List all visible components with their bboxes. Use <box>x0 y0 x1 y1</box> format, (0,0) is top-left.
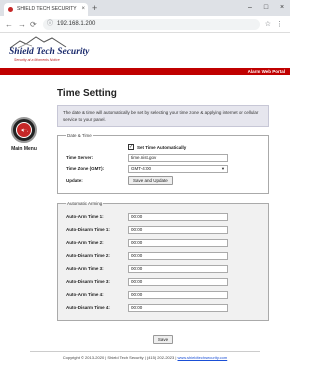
time-server-label: Time Server: <box>66 155 94 160</box>
automatic-arming-legend: Automatic Arming <box>67 201 103 206</box>
arming-time-input[interactable]: 00:00 <box>128 212 228 221</box>
back-arrow-icon <box>16 122 32 138</box>
browser-tab-strip: SHIELD TECH SECURITY × + – □ × <box>0 0 290 16</box>
arming-row: Auto-Disarm Time 2: 00:00 <box>66 249 260 262</box>
set-time-auto-checkbox[interactable]: ✓ Set Time Automatically <box>128 142 260 152</box>
new-tab-icon[interactable]: + <box>92 2 97 14</box>
date-time-section: Date & Time ✓ Set Time Automatically Tim… <box>57 133 269 194</box>
arming-row: Auto-Arm Time 3: 00:00 <box>66 262 260 275</box>
arming-row: Auto-Arm Time 2: 00:00 <box>66 236 260 249</box>
arming-label: Auto-Arm Time 3: <box>66 266 104 271</box>
automatic-arming-section: Automatic Arming Auto-Arm Time 1: 00:00 … <box>57 201 269 321</box>
bookmark-star-icon[interactable]: ☆ <box>265 16 271 33</box>
arming-time-input[interactable]: 00:00 <box>128 303 228 312</box>
browser-toolbar: ← → ⟳ ⓘ 192.168.1.200 ☆ ⋮ <box>0 16 290 33</box>
logo-name: Shield Tech Security <box>9 47 90 57</box>
footer-divider <box>30 351 260 352</box>
arming-label: Auto-Arm Time 1: <box>66 214 104 219</box>
arming-time-input[interactable]: 00:00 <box>128 238 228 247</box>
arming-label: Auto-Disarm Time 2: <box>66 253 110 258</box>
sidebar: Main Menu <box>4 117 44 152</box>
info-icon[interactable]: ⓘ <box>47 20 55 28</box>
date-time-legend: Date & Time <box>67 133 92 138</box>
browser-tab[interactable]: SHIELD TECH SECURITY × <box>4 3 88 16</box>
arming-time-input[interactable]: 00:00 <box>128 277 228 286</box>
page-title: Time Setting <box>57 88 117 99</box>
arming-label: Auto-Arm Time 4: <box>66 292 104 297</box>
save-row: Save <box>57 328 269 346</box>
footer: Copyright © 2013-2020 | Shield Tech Secu… <box>0 351 290 360</box>
window-close-icon[interactable]: × <box>274 0 290 16</box>
arming-time-input[interactable]: 00:00 <box>128 290 228 299</box>
main-content: Time Setting The date & time will automa… <box>57 88 269 346</box>
chevron-down-icon: ▼ <box>221 165 225 171</box>
portal-bar: Alarm Web Portal <box>0 68 290 75</box>
arming-row: Auto-Disarm Time 3: 00:00 <box>66 275 260 288</box>
page: Shield Tech Security Security at a Momen… <box>0 33 290 366</box>
back-icon[interactable]: ← <box>5 16 13 33</box>
window-controls: – □ × <box>242 0 290 16</box>
site-header: Shield Tech Security Security at a Momen… <box>0 33 290 65</box>
tab-close-icon[interactable]: × <box>81 3 85 16</box>
arming-row: Auto-Disarm Time 4: 00:00 <box>66 301 260 314</box>
arming-time-input[interactable]: 00:00 <box>128 264 228 273</box>
arming-time-input[interactable]: 00:00 <box>128 225 228 234</box>
info-notice: The date & time will automatically be se… <box>57 105 269 127</box>
arming-row: Auto-Disarm Time 1: 00:00 <box>66 223 260 236</box>
browser-menu-icon[interactable]: ⋮ <box>276 16 283 33</box>
minimize-icon[interactable]: – <box>242 0 258 16</box>
arming-row: Auto-Arm Time 1: 00:00 <box>66 210 260 223</box>
time-zone-label: Time Zone (GMT): <box>66 166 105 171</box>
set-time-auto-label: Set Time Automatically <box>137 144 187 150</box>
favicon-icon <box>8 7 13 12</box>
time-zone-row: Time Zone (GMT): GMT-4:00 ▼ <box>66 163 260 174</box>
arming-time-input[interactable]: 00:00 <box>128 251 228 260</box>
address-bar[interactable]: ⓘ 192.168.1.200 <box>43 19 260 30</box>
arming-label: Auto-Arm Time 2: <box>66 240 104 245</box>
time-zone-select[interactable]: GMT-4:00 ▼ <box>128 164 228 173</box>
arming-label: Auto-Disarm Time 4: <box>66 305 110 310</box>
reload-icon[interactable]: ⟳ <box>30 16 37 33</box>
time-zone-value: GMT-4:00 <box>131 165 152 171</box>
arming-label: Auto-Disarm Time 1: <box>66 227 110 232</box>
arming-label: Auto-Disarm Time 3: <box>66 279 110 284</box>
time-server-input[interactable]: time.nist.gov <box>128 153 228 162</box>
checkbox-check-icon[interactable]: ✓ <box>128 144 134 150</box>
footer-text: Copyright © 2013-2020 | Shield Tech Secu… <box>62 355 177 360</box>
update-label: Update: <box>66 178 83 183</box>
main-menu-button[interactable] <box>11 117 37 143</box>
footer-website-link[interactable]: www.shieldtechsecurity.com <box>178 355 228 360</box>
main-menu-label[interactable]: Main Menu <box>4 146 44 152</box>
maximize-icon[interactable]: □ <box>258 0 274 16</box>
portal-label: Alarm Web Portal <box>247 69 285 74</box>
save-button[interactable]: Save <box>152 335 174 344</box>
url-text: 192.168.1.200 <box>57 21 96 27</box>
forward-icon[interactable]: → <box>18 16 26 33</box>
arming-row: Auto-Arm Time 4: 00:00 <box>66 288 260 301</box>
logo-tagline: Security at a Moments Notice <box>14 58 60 62</box>
update-row: Update: Save and Update <box>66 174 260 187</box>
save-and-update-button[interactable]: Save and Update <box>128 176 173 185</box>
time-server-row: Time Server: time.nist.gov <box>66 152 260 163</box>
tab-title: SHIELD TECH SECURITY <box>17 6 77 12</box>
